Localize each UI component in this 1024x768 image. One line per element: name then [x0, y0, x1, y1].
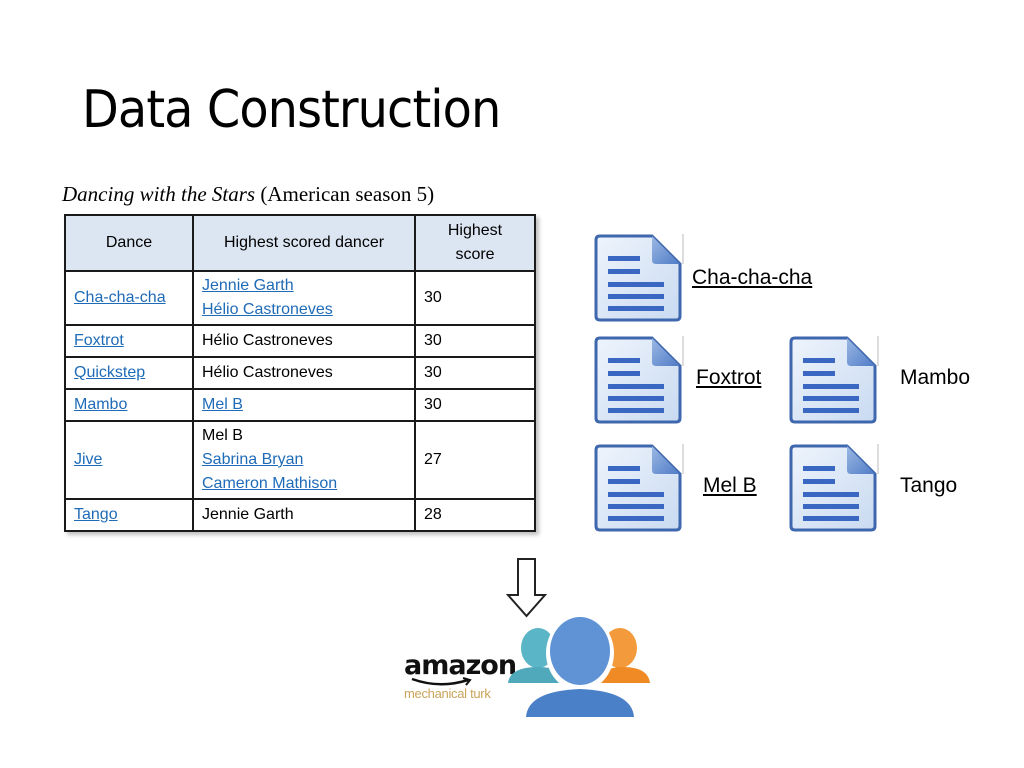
dancer-name: Hélio Castroneves	[202, 364, 333, 381]
dancer-cell: Jennie Garth	[192, 498, 416, 532]
dancer-name: Hélio Castroneves	[202, 332, 333, 349]
dancer-cell: Hélio Castroneves	[192, 356, 416, 390]
dancer-name: Mel B	[202, 427, 243, 444]
down-arrow-icon	[506, 558, 548, 618]
table-row: Tango Jennie Garth 28	[64, 498, 536, 532]
dance-cell: Jive	[64, 420, 194, 500]
dance-link[interactable]: Tango	[74, 506, 118, 523]
table-row: Quickstep Hélio Castroneves 30	[64, 356, 536, 390]
caption-show-name: Dancing with the Stars	[62, 182, 256, 206]
dancer-cell: Hélio Castroneves	[192, 324, 416, 358]
table-caption: Dancing with the Stars (American season …	[62, 182, 434, 207]
dance-link[interactable]: Quickstep	[74, 364, 145, 381]
dance-cell: Tango	[64, 498, 194, 532]
document-icon	[592, 232, 684, 324]
dancer-cell: Mel B	[192, 388, 416, 422]
score-cell: 30	[414, 324, 536, 358]
header-score-line: Highest	[447, 222, 503, 239]
dancer-link[interactable]: Hélio Castroneves	[202, 298, 406, 322]
dancer-cell: Mel B Sabrina Bryan Cameron Mathison	[192, 420, 416, 500]
amazon-wordmark: amazon	[404, 650, 517, 681]
crowd-people-icon	[508, 615, 650, 717]
score-cell: 30	[414, 388, 536, 422]
dancer-link[interactable]: Sabrina Bryan	[202, 448, 406, 472]
dance-link[interactable]: Mambo	[74, 396, 127, 413]
score-cell: 28	[414, 498, 536, 532]
slide-title: Data Construction	[82, 80, 501, 140]
table-row: Foxtrot Hélio Castroneves 30	[64, 324, 536, 358]
dancer-link[interactable]: Jennie Garth	[202, 274, 406, 298]
score-cell: 30	[414, 270, 536, 326]
dancer-link[interactable]: Mel B	[202, 393, 406, 417]
document-label: Cha-cha-cha	[692, 266, 813, 289]
header-score-line: score	[455, 246, 495, 263]
dance-cell: Mambo	[64, 388, 194, 422]
dance-cell: Quickstep	[64, 356, 194, 390]
document-icon	[787, 334, 879, 426]
document-label: Foxtrot	[696, 366, 762, 389]
dance-table: Dance Highest scored dancer Highest score…	[64, 214, 536, 532]
amazon-mechanical-turk-logo: amazon mechanical turk	[404, 650, 517, 702]
amazon-smile-icon	[411, 677, 472, 686]
dance-link[interactable]: Jive	[74, 451, 102, 468]
table-row: Mambo Mel B 30	[64, 388, 536, 422]
document-icon	[592, 334, 684, 426]
table-header-row: Dance Highest scored dancer Highest score	[64, 214, 536, 272]
dance-link[interactable]: Cha-cha-cha	[74, 289, 166, 306]
caption-season: (American season 5)	[255, 182, 435, 206]
dancer-cell: Jennie Garth Hélio Castroneves	[192, 270, 416, 326]
document-label: Tango	[900, 474, 958, 497]
dance-link[interactable]: Foxtrot	[74, 332, 124, 349]
header-dance: Dance	[64, 214, 194, 272]
dance-cell: Foxtrot	[64, 324, 194, 358]
score-cell: 30	[414, 356, 536, 390]
dance-cell: Cha-cha-cha	[64, 270, 194, 326]
table-row: Cha-cha-cha Jennie Garth Hélio Castroneves…	[64, 270, 536, 326]
document-icon	[592, 442, 684, 534]
mechanical-turk-label: mechanical turk	[404, 686, 491, 701]
document-label: Mambo	[900, 366, 971, 389]
header-score: Highest score	[414, 214, 536, 272]
dancer-name: Jennie Garth	[202, 506, 294, 523]
header-dancer: Highest scored dancer	[192, 214, 416, 272]
dancer-link[interactable]: Cameron Mathison	[202, 472, 406, 496]
score-cell: 27	[414, 420, 536, 500]
document-label: Mel B	[703, 474, 757, 497]
table-row: Jive Mel B Sabrina Bryan Cameron Mathison 27	[64, 420, 536, 500]
document-icon	[787, 442, 879, 534]
